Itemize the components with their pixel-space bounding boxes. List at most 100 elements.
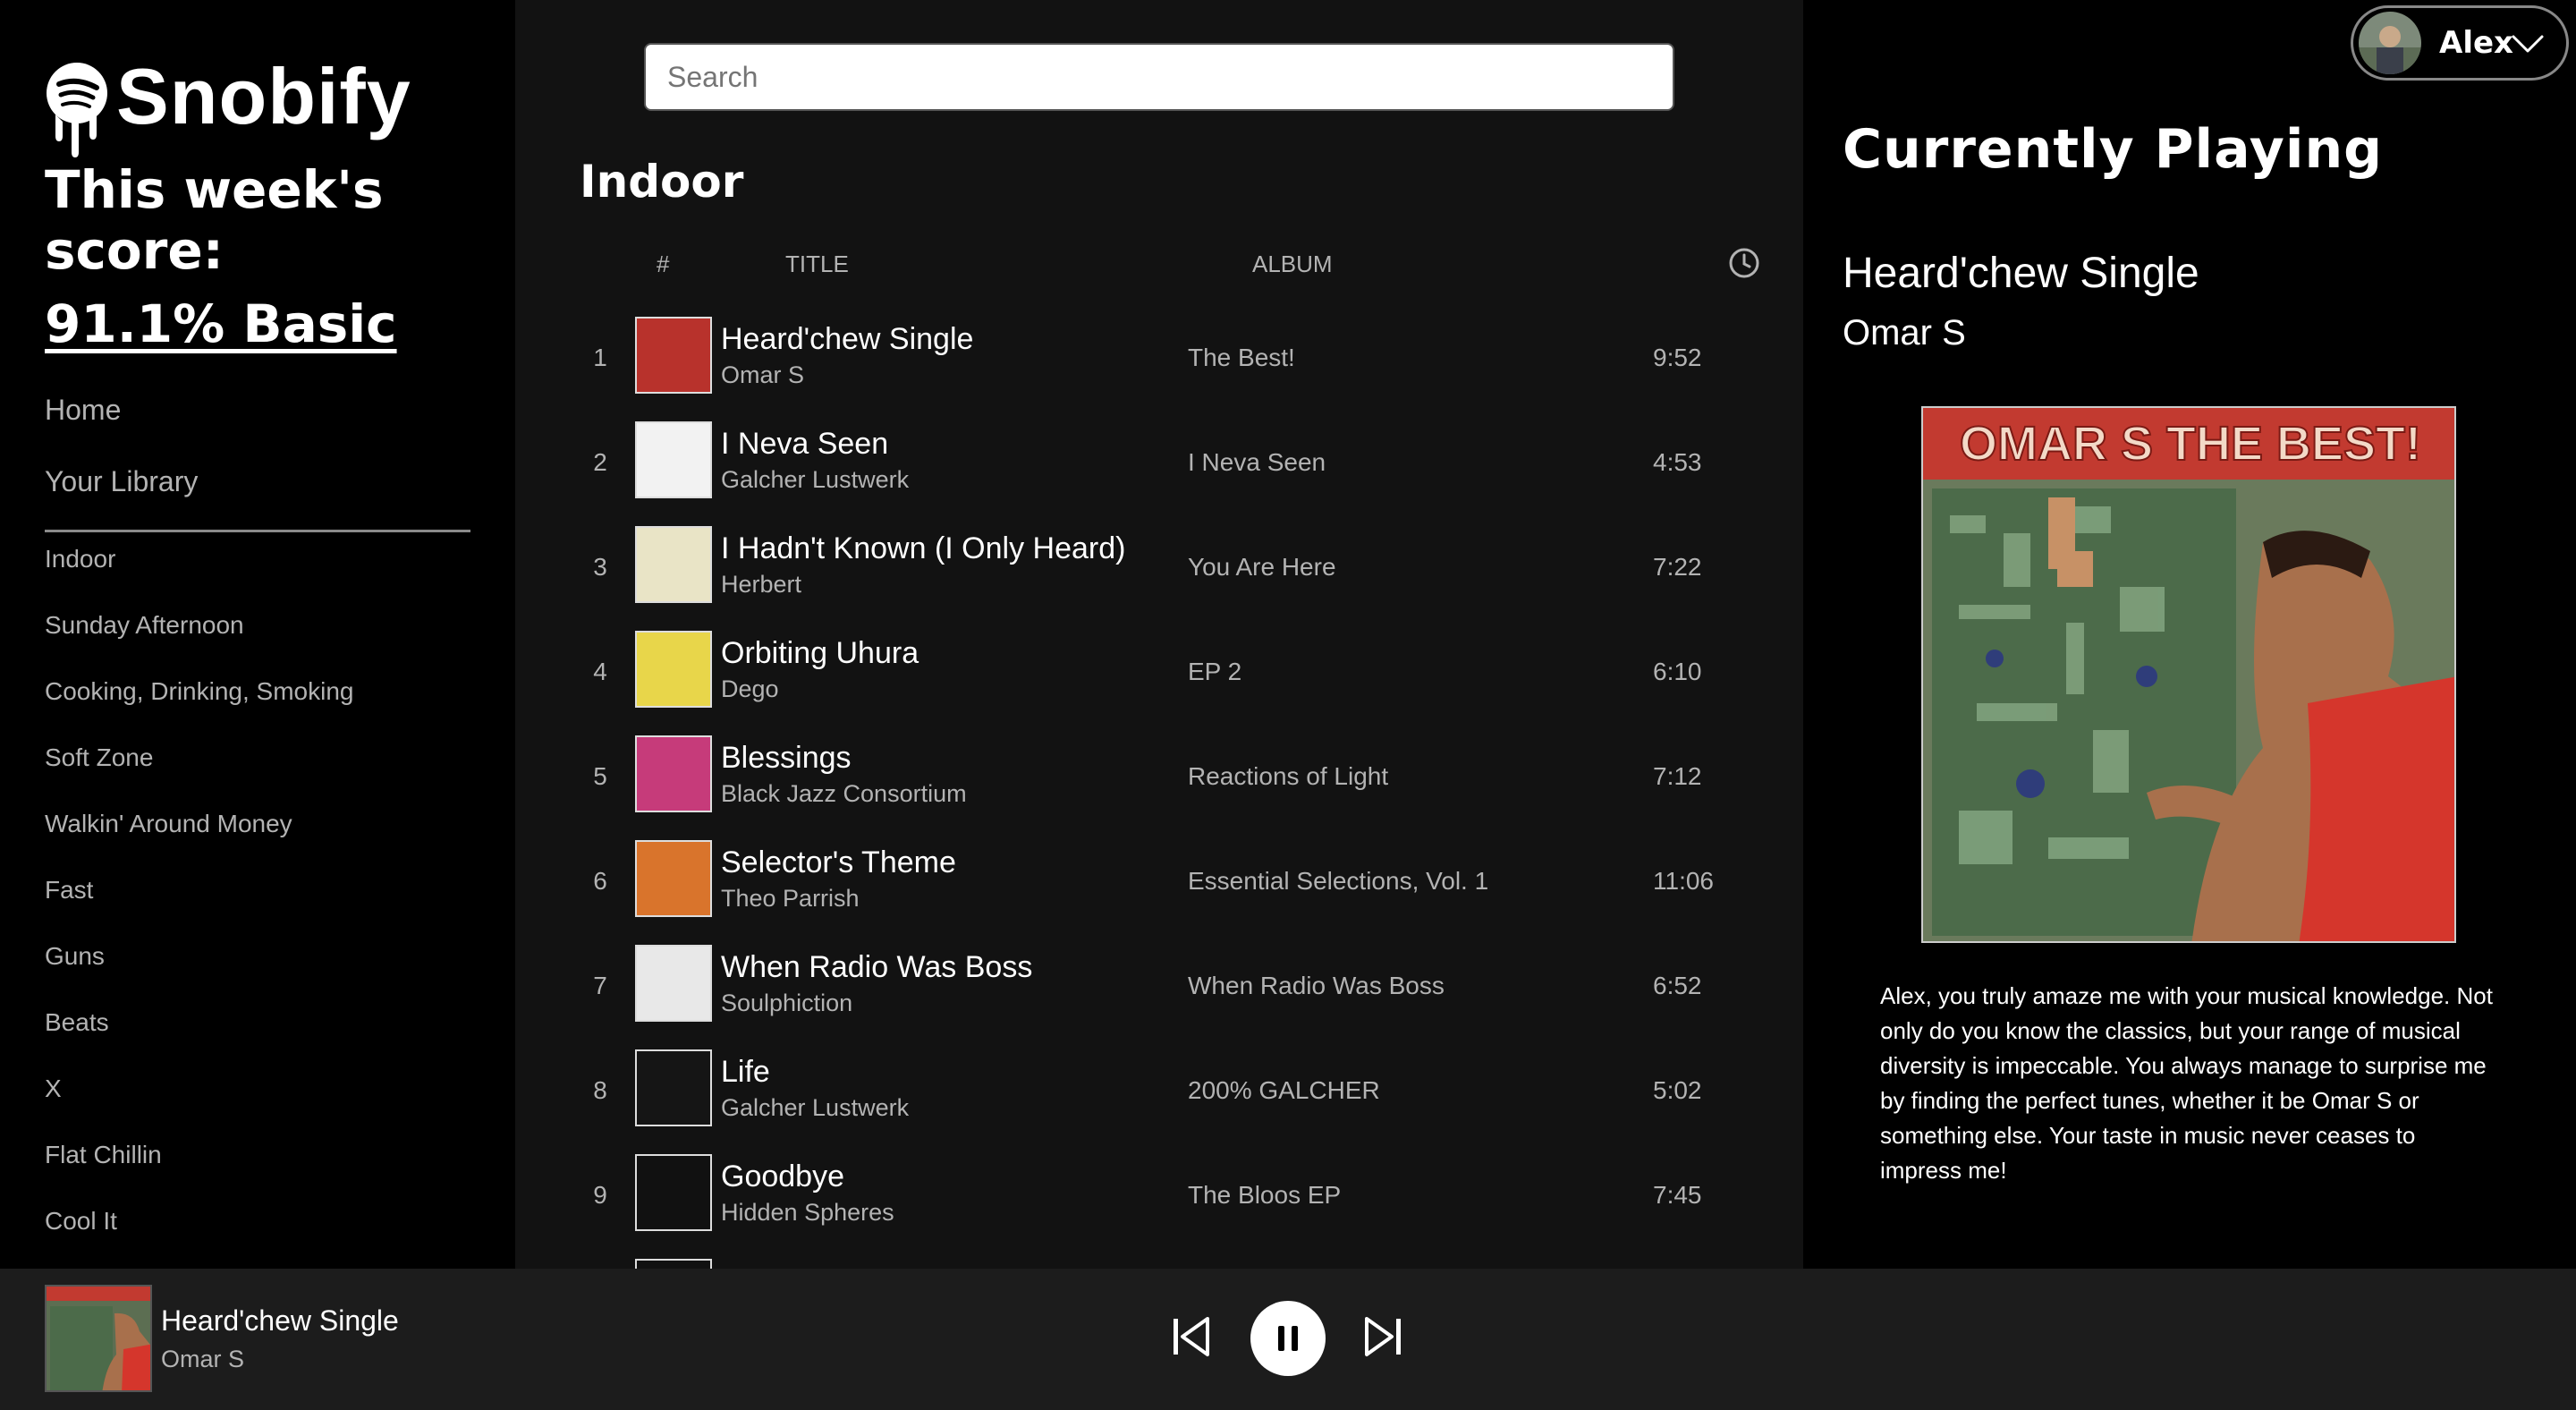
app-name: Snobify <box>116 52 411 140</box>
brand[interactable]: Snobify <box>45 52 411 157</box>
track-album[interactable]: Reactions of Light <box>1188 762 1388 791</box>
next-button[interactable] <box>1363 1315 1402 1362</box>
player-bar: Heard'chew Single Omar S <box>0 1269 2576 1410</box>
track-row[interactable]: 6 Selector's Theme Theo Parrish Essential S… <box>515 828 1803 932</box>
track-row[interactable]: 7 When Radio Was Boss Soulphiction When Rad… <box>515 932 1803 1037</box>
sidebar-divider <box>45 530 470 532</box>
playlist-item[interactable]: Beats <box>45 1006 354 1072</box>
previous-icon <box>1174 1317 1209 1356</box>
track-title[interactable]: When Radio Was Boss <box>721 950 1032 985</box>
track-title[interactable]: I Neva Seen <box>721 427 888 462</box>
playlist-list: Indoor Sunday Afternoon Cooking, Drinkin… <box>45 542 354 1269</box>
track-artist[interactable]: Soulphiction <box>721 990 852 1017</box>
track-album-art <box>635 735 712 812</box>
nav-item-home[interactable]: Home <box>45 392 198 463</box>
track-album-art <box>635 631 712 708</box>
track-artist[interactable]: Theo Parrish <box>721 885 860 913</box>
track-album-art <box>635 840 712 917</box>
track-artist[interactable]: Galcher Lustwerk <box>721 1094 909 1122</box>
playlist-item[interactable]: Guns <box>45 939 354 1006</box>
main-content: Indoor # TITLE ALBUM 1 Heard'chew Single O… <box>515 0 1803 1269</box>
column-number: # <box>657 251 670 277</box>
track-row[interactable]: 1 Heard'chew Single Omar S The Best! 9:52 <box>515 304 1803 409</box>
search-input[interactable] <box>644 43 1674 111</box>
track-album[interactable]: When Radio Was Boss <box>1188 972 1445 1000</box>
user-name: Alex <box>2439 25 2513 61</box>
playlist-item[interactable]: Fast <box>45 873 354 939</box>
track-number: 6 <box>593 867 607 895</box>
track-artist[interactable]: Galcher Lustwerk <box>721 466 909 494</box>
track-artist[interactable]: Hidden Spheres <box>721 1199 894 1227</box>
currently-playing-heading: Currently Playing <box>1843 118 2384 181</box>
track-number: 4 <box>593 658 607 685</box>
track-duration: 4:53 <box>1653 448 1702 476</box>
track-table-header: # TITLE ALBUM <box>580 247 1778 283</box>
playlist-item[interactable]: Walkin' Around Money <box>45 807 354 873</box>
track-title[interactable]: Blessings <box>721 741 852 776</box>
track-album[interactable]: The Bloos EP <box>1188 1181 1341 1210</box>
cover-text: OMAR S THE BEST! <box>1960 417 2421 471</box>
track-duration: 7:45 <box>1653 1181 1702 1209</box>
nav-item-library[interactable]: Your Library <box>45 463 198 535</box>
track-title[interactable]: Goodbye <box>721 1159 844 1194</box>
track-artist[interactable]: Herbert <box>721 571 801 599</box>
score-label: This week's score: <box>45 159 384 281</box>
track-row[interactable]: 4 Orbiting Uhura Dego EP 2 6:10 <box>515 618 1803 723</box>
track-album[interactable]: I Neva Seen <box>1188 448 1326 477</box>
clock-icon <box>1729 248 1759 278</box>
playlist-item[interactable]: X <box>45 1072 354 1138</box>
track-album[interactable]: Essential Selections, Vol. 1 <box>1188 867 1488 896</box>
track-number: 7 <box>593 972 607 999</box>
current-track-artist: Omar S <box>1843 313 1966 352</box>
track-title[interactable]: Orbiting Uhura <box>721 636 919 671</box>
next-icon <box>1365 1317 1401 1356</box>
playlist-item[interactable]: Cool It <box>45 1204 354 1269</box>
album-cover: OMAR S THE BEST! <box>1921 406 2456 943</box>
track-duration: 5:02 <box>1653 1076 1702 1104</box>
playlist-item[interactable]: Cooking, Drinking, Smoking <box>45 675 354 741</box>
track-album-art <box>635 317 712 394</box>
track-number: 9 <box>593 1181 607 1209</box>
pause-button[interactable] <box>1250 1301 1326 1376</box>
track-album-art <box>635 526 712 603</box>
playlist-item[interactable]: Indoor <box>45 542 354 608</box>
now-playing-panel: Alex Currently Playing Heard'chew Single… <box>1803 0 2576 1269</box>
track-album[interactable]: 200% GALCHER <box>1188 1076 1380 1105</box>
track-row[interactable]: 3 I Hadn't Known (I Only Heard) Herbert You… <box>515 514 1803 618</box>
playlist-item[interactable]: Flat Chillin <box>45 1138 354 1204</box>
player-album-art[interactable] <box>45 1285 152 1392</box>
track-album-art <box>635 1049 712 1126</box>
track-album[interactable]: The Best! <box>1188 344 1295 372</box>
track-album-art <box>635 421 712 498</box>
track-title[interactable]: Selector's Theme <box>721 845 956 880</box>
track-row[interactable]: 8 Life Galcher Lustwerk 200% GALCHER 5:02 <box>515 1037 1803 1142</box>
track-artist[interactable]: Omar S <box>721 361 804 389</box>
track-duration: 7:22 <box>1653 553 1702 581</box>
playlist-item[interactable]: Soft Zone <box>45 741 354 807</box>
track-artist[interactable]: Dego <box>721 675 779 703</box>
avatar <box>2359 12 2421 74</box>
playlist-title: Indoor <box>580 156 744 208</box>
track-title[interactable]: Heard'chew Single <box>721 322 973 357</box>
playlist-item[interactable]: Sunday Afternoon <box>45 608 354 675</box>
current-track-title: Heard'chew Single <box>1843 250 2199 297</box>
user-menu-button[interactable]: Alex <box>2351 5 2569 81</box>
player-track-artist[interactable]: Omar S <box>161 1346 244 1373</box>
track-row[interactable]: 5 Blessings Black Jazz Consortium Reactions… <box>515 723 1803 828</box>
sidebar: Snobify This week's score: 91.1% Basic H… <box>0 0 515 1269</box>
previous-button[interactable] <box>1172 1315 1211 1362</box>
track-album-art <box>635 1259 712 1269</box>
track-artist[interactable]: Black Jazz Consortium <box>721 780 967 808</box>
score-value[interactable]: 91.1% Basic <box>45 293 397 354</box>
track-title[interactable]: I Hadn't Known (I Only Heard) <box>721 531 1125 566</box>
track-duration: 11:06 <box>1653 867 1714 895</box>
track-album-art <box>635 945 712 1022</box>
main-nav: Home Your Library <box>45 392 198 535</box>
track-album[interactable]: EP 2 <box>1188 658 1241 686</box>
chevron-down-icon <box>2512 35 2544 53</box>
track-row[interactable]: 9 Goodbye Hidden Spheres The Bloos EP 7:45 <box>515 1142 1803 1246</box>
track-row[interactable]: 2 I Neva Seen Galcher Lustwerk I Neva Seen 4… <box>515 409 1803 514</box>
track-title[interactable]: Life <box>721 1055 770 1090</box>
track-number: 3 <box>593 553 607 581</box>
track-album[interactable]: You Are Here <box>1188 553 1336 582</box>
